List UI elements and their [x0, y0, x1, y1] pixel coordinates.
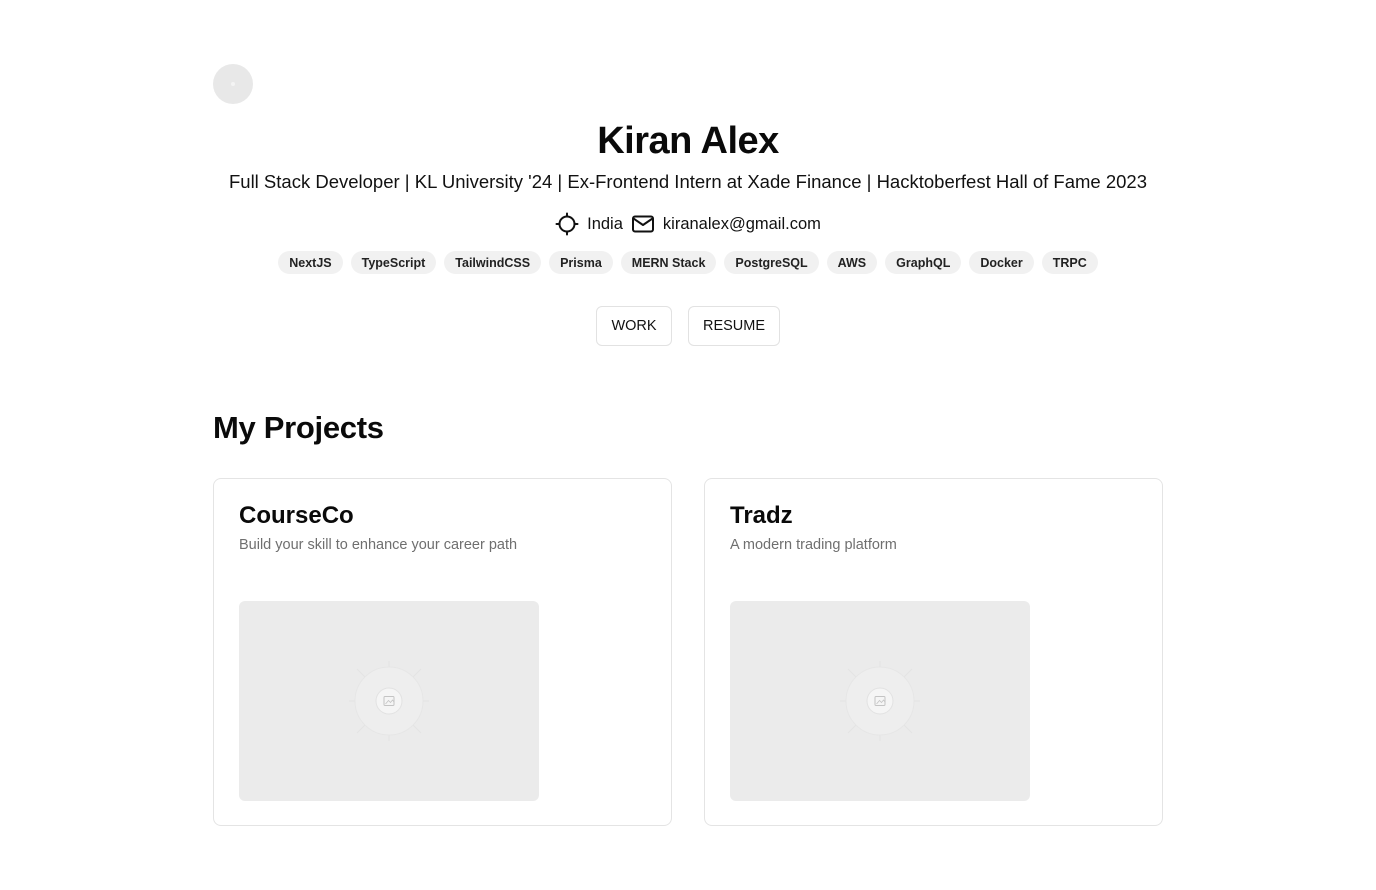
skill-badge: PostgreSQL — [724, 251, 819, 274]
image-placeholder-icon — [840, 661, 920, 741]
contact-row: India kiranalex@gmail.com — [0, 211, 1376, 237]
skill-badge: Prisma — [549, 251, 613, 274]
email-link[interactable]: kiranalex@gmail.com — [663, 211, 821, 237]
project-title: CourseCo — [239, 502, 354, 529]
skill-badge: MERN Stack — [620, 251, 717, 274]
projects-heading: My Projects — [213, 410, 384, 445]
image-placeholder-icon — [349, 661, 429, 741]
skills-list: NextJS TypeScript TailwindCSS Prisma MER… — [0, 251, 1376, 274]
skill-badge: NextJS — [278, 251, 343, 274]
project-card-courseco[interactable]: CourseCo Build your skill to enhance you… — [213, 478, 672, 826]
profile-name: Kiran Alex — [597, 120, 779, 162]
project-card-tradz[interactable]: Tradz A modern trading platform — [704, 478, 1163, 826]
skill-badge: GraphQL — [885, 251, 962, 274]
project-image-placeholder — [239, 601, 539, 801]
portfolio-page: Kiran Alex Full Stack Developer | KL Uni… — [0, 0, 1376, 890]
avatar-placeholder-icon — [231, 82, 235, 86]
skill-badge: Docker — [969, 251, 1034, 274]
action-buttons: WORK RESUME — [0, 306, 1376, 346]
avatar — [213, 64, 253, 104]
project-title: Tradz — [730, 502, 793, 529]
work-button[interactable]: WORK — [596, 306, 672, 346]
skill-badge: TailwindCSS — [444, 251, 542, 274]
skill-badge: AWS — [826, 251, 878, 274]
mail-icon — [631, 212, 655, 236]
skill-badge: TRPC — [1041, 251, 1098, 274]
location-text: India — [587, 215, 623, 233]
project-image-placeholder — [730, 601, 1030, 801]
project-description: A modern trading platform — [730, 537, 897, 553]
project-description: Build your skill to enhance your career … — [239, 537, 518, 553]
resume-button[interactable]: RESUME — [688, 306, 780, 346]
crosshair-icon — [555, 212, 579, 236]
profile-tagline: Full Stack Developer | KL University '24… — [228, 171, 1148, 192]
skill-badge: TypeScript — [350, 251, 437, 274]
